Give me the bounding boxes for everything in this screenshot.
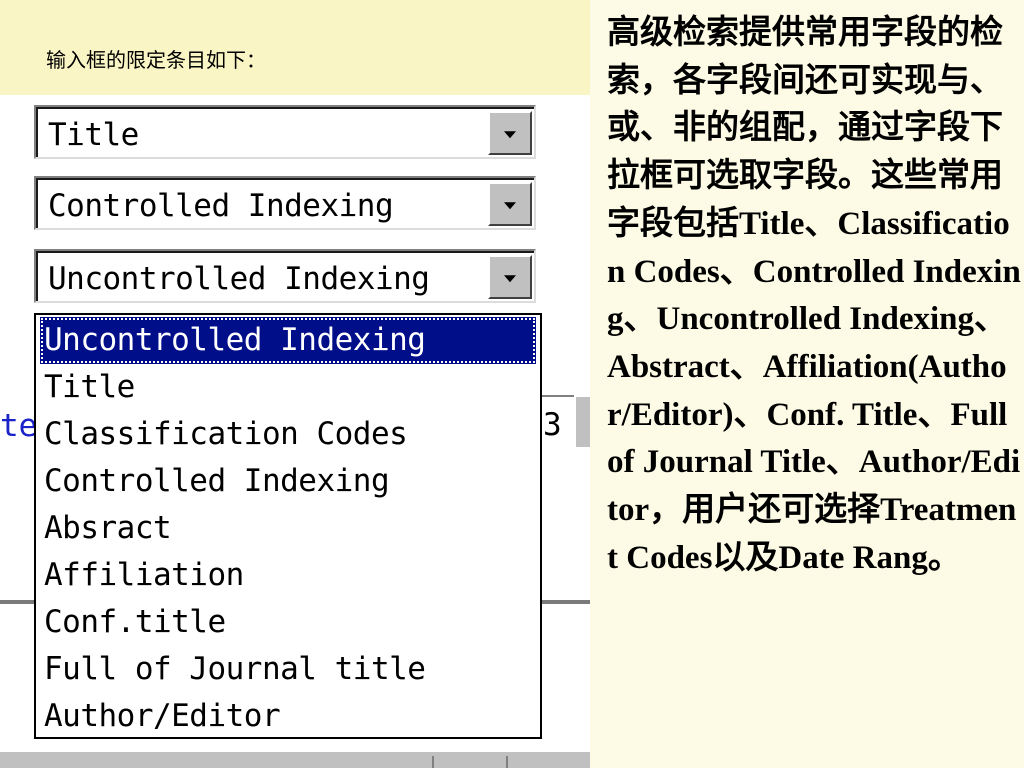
dropdown-option-title[interactable]: Title: [40, 364, 536, 411]
dropdown-button[interactable]: [488, 255, 532, 299]
dropdown-option-author-editor[interactable]: Author/Editor: [40, 693, 536, 740]
field-select-controlled-indexing[interactable]: Controlled Indexing: [34, 176, 536, 230]
field-select-value: Controlled Indexing: [48, 188, 394, 224]
description-text: 高级检索提供常用字段的检索，各字段间还可实现与、或、非的组配，通过字段下拉框可选…: [607, 15, 1021, 576]
dropdown-button[interactable]: [488, 111, 532, 155]
dropdown-option-conf-title[interactable]: Conf.title: [40, 599, 536, 646]
chevron-down-icon: [504, 275, 516, 283]
search-input-fragment-text: 3: [543, 407, 562, 443]
dropdown-option-affiliation[interactable]: Affiliation: [40, 552, 536, 599]
field-dropdown-list[interactable]: Uncontrolled Indexing Title Classificati…: [34, 313, 542, 739]
toolbar-separator: [432, 756, 434, 768]
caption-bar: 输入框的限定条目如下：: [0, 0, 590, 95]
bottom-toolbar-fragment: [0, 750, 590, 768]
caption-text: 输入框的限定条目如下：: [46, 48, 266, 72]
dropdown-button-fragment[interactable]: [574, 395, 590, 447]
search-form-panel: Title Controlled Indexing Uncontrolled I…: [0, 95, 590, 768]
field-select-value: Uncontrolled Indexing: [48, 261, 430, 297]
field-select-value: Title: [48, 117, 139, 153]
chevron-down-icon: [504, 202, 516, 210]
toolbar-separator: [506, 756, 508, 768]
search-term-label-fragment: te: [0, 408, 38, 444]
dropdown-option-full-of-journal-title[interactable]: Full of Journal title: [40, 646, 536, 693]
dropdown-option-uncontrolled-indexing[interactable]: Uncontrolled Indexing: [40, 317, 536, 364]
dropdown-option-classification-codes[interactable]: Classification Codes: [40, 411, 536, 458]
search-input-fragment[interactable]: 3: [541, 395, 574, 449]
chevron-down-icon: [504, 131, 516, 139]
dropdown-option-controlled-indexing[interactable]: Controlled Indexing: [40, 458, 536, 505]
field-select-title[interactable]: Title: [34, 105, 536, 159]
dropdown-button[interactable]: [488, 182, 532, 226]
field-select-uncontrolled-indexing[interactable]: Uncontrolled Indexing: [34, 249, 536, 303]
dropdown-option-absract[interactable]: Absract: [40, 505, 536, 552]
